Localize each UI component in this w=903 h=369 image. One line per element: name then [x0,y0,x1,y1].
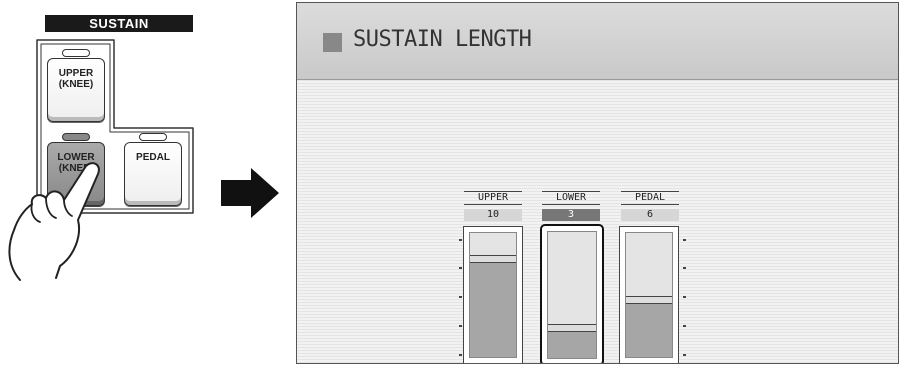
lower-slider-track [547,231,597,359]
pedal-label: PEDAL [136,152,170,163]
upper-sustain-slider[interactable] [463,226,523,363]
lower-channel-label: LOWER [542,191,600,205]
lower-slider-fill [548,329,596,358]
scale-tick [683,354,686,356]
upper-slider-fill [470,260,516,357]
scale-tick [683,239,686,241]
upper-channel-label: UPPER [464,191,522,205]
upper-knee-label: UPPER [58,68,94,79]
pedal-channel-label: PEDAL [621,191,679,205]
title-bar: SUSTAIN LENGTH [297,3,898,80]
arrow-right-icon [221,168,279,218]
pedal-sustain-slider[interactable] [619,226,679,363]
pedal-button[interactable]: PEDAL [124,142,182,206]
upper-knee-button[interactable]: UPPER (KNEE) [47,58,105,122]
lcd-display: SUSTAIN LENGTH UPPER 10 LOWER 3 PEDAL 6 [296,2,899,364]
pointing-hand-icon [8,162,100,281]
scale-tick [459,325,462,327]
upper-knee-label-2: (KNEE) [58,79,94,90]
upper-knee-lamp [62,49,90,57]
page-title: SUSTAIN LENGTH [353,27,532,52]
title-marker-icon [323,33,342,52]
lower-channel-value: 3 [542,209,600,221]
scale-tick [683,325,686,327]
scale-tick [459,354,462,356]
pedal-channel-value: 6 [621,209,679,221]
scale-tick [459,296,462,298]
scale-tick [683,267,686,269]
upper-channel-value: 10 [464,209,522,221]
lower-sustain-slider[interactable] [540,224,604,363]
scale-tick [459,239,462,241]
pedal-slider-fill [626,301,672,357]
upper-slider-handle[interactable] [470,255,516,263]
scale-tick [459,267,462,269]
lower-slider-handle[interactable] [548,324,596,332]
lower-knee-lamp [62,133,90,141]
pedal-slider-handle[interactable] [626,296,672,304]
sustain-header: SUSTAIN [45,15,193,32]
upper-slider-track [469,232,517,358]
scale-tick [683,296,686,298]
pedal-slider-track [625,232,673,358]
pedal-lamp [139,133,167,141]
